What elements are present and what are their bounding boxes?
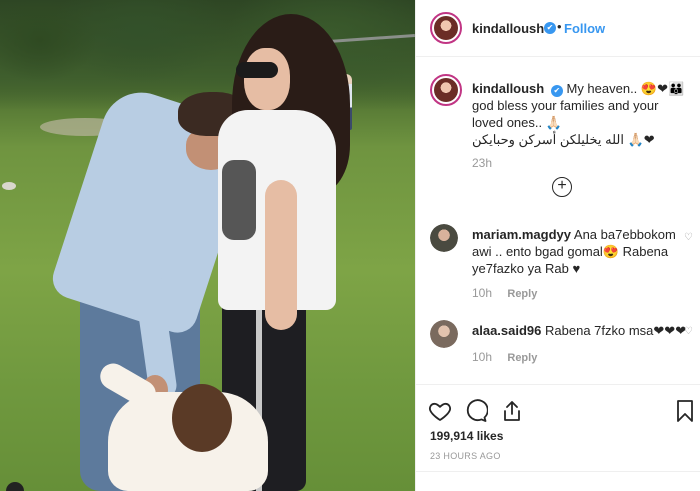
avatar-image	[434, 78, 458, 102]
photo-woman-sunglasses	[236, 62, 278, 78]
likes-count[interactable]: 199,914 likes	[430, 429, 503, 443]
verified-icon: ✔	[544, 22, 556, 34]
verified-icon: ✔	[550, 85, 563, 97]
comment-username[interactable]: mariam.magdyy	[472, 227, 571, 242]
caption-text-line1: My heaven.. 😍❤👪	[566, 81, 685, 96]
reply-button[interactable]: Reply	[507, 352, 537, 364]
avatar-image	[430, 224, 458, 252]
photo-shirt-print	[222, 160, 256, 240]
share-icon[interactable]	[500, 399, 524, 423]
post-caption: kindalloush ✔ My heaven.. 😍❤👪 god bless …	[472, 80, 692, 148]
photo-baby-head	[172, 384, 232, 452]
avatar-image	[430, 320, 458, 348]
comment-item: alaa.said96 Rabena 7fzko msa❤❤❤	[472, 322, 692, 339]
photo-dog	[2, 182, 16, 190]
caption-text-line2: god bless your families and your loved o…	[472, 98, 659, 130]
comment-heart-icon[interactable]: ♡	[684, 326, 693, 337]
plus-circle-icon[interactable]: +	[552, 177, 572, 197]
comment-heart-icon[interactable]: ♡	[684, 232, 693, 243]
photo-corner-indicator	[6, 482, 24, 491]
separator-dot: •	[557, 19, 562, 34]
comment-username[interactable]: alaa.said96	[472, 323, 541, 338]
comment-timestamp[interactable]: 10h	[472, 286, 492, 300]
bookmark-icon[interactable]	[673, 399, 697, 423]
post-timestamp[interactable]: 23 HOURS AGO	[430, 451, 501, 461]
header-avatar[interactable]	[430, 12, 462, 44]
comment-icon[interactable]	[464, 399, 489, 423]
follow-button[interactable]: Follow	[564, 21, 605, 36]
comment-text: Rabena 7fzko msa❤❤❤	[545, 323, 687, 338]
comment-avatar[interactable]	[430, 320, 458, 348]
caption-username[interactable]: kindalloush	[472, 81, 544, 96]
photo-woman-face	[244, 48, 290, 110]
caption-avatar[interactable]	[430, 74, 462, 106]
divider	[416, 471, 700, 472]
post-header: kindalloush ✔ • Follow	[416, 0, 700, 57]
comment-avatar[interactable]	[430, 224, 458, 252]
caption-timestamp[interactable]: 23h	[472, 156, 492, 170]
comment-meta: 10h Reply	[472, 350, 537, 364]
caption-text-arabic: الله يخليلكن أسركن وحبايكن 🙏🏻❤	[472, 132, 655, 147]
photo-woman-arm	[265, 180, 297, 330]
header-username[interactable]: kindalloush	[472, 21, 544, 36]
heart-icon[interactable]	[428, 399, 452, 423]
post-actions: 199,914 likes 23 HOURS AGO	[416, 384, 700, 491]
post-photo[interactable]	[0, 0, 415, 491]
reply-button[interactable]: Reply	[507, 288, 537, 300]
avatar-image	[434, 16, 458, 40]
post-side-panel: kindalloush ✔ • Follow kindalloush ✔ My …	[415, 0, 700, 491]
comment-meta: 10h Reply	[472, 286, 537, 300]
comment-timestamp[interactable]: 10h	[472, 350, 492, 364]
comment-item: mariam.magdyy Ana ba7ebbokom awi .. ento…	[472, 226, 692, 277]
